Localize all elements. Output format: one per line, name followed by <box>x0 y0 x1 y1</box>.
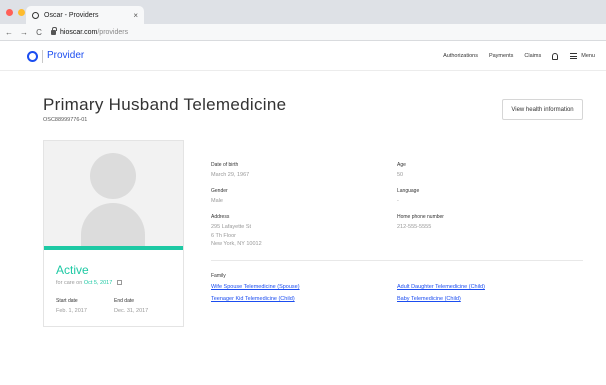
section-divider <box>211 260 583 261</box>
address-line-1: 295 Lafayette St <box>211 224 252 230</box>
family-member-link[interactable]: Teenager Kid Telemedicine (Child) <box>211 296 295 302</box>
avatar <box>44 141 183 246</box>
nav-claims[interactable]: Claims <box>524 53 541 59</box>
address-bar[interactable]: hioscar.com/providers <box>51 26 129 36</box>
age-field: Age 50 <box>397 162 406 180</box>
age-label: Age <box>397 162 406 168</box>
view-health-information-button[interactable]: View health information <box>502 99 583 120</box>
end-date-value: Dec. 31, 2017 <box>114 308 149 314</box>
family-label: Family <box>211 273 226 279</box>
care-prefix: for care on <box>56 280 83 286</box>
browser-tab[interactable]: Oscar - Providers × <box>26 6 144 24</box>
phone-field: Home phone number 212-555-5555 <box>397 214 444 232</box>
page-title: Primary Husband Telemedicine <box>43 95 287 114</box>
tab-close-icon[interactable]: × <box>133 11 138 20</box>
avatar-head-shape <box>90 153 136 199</box>
family-member-link[interactable]: Baby Telemedicine (Child) <box>397 296 461 302</box>
end-date: End date Dec. 31, 2017 <box>114 298 148 314</box>
address-label: Address <box>211 214 230 220</box>
profile-card: Active for care on Oct 5, 2017 Start dat… <box>43 140 184 327</box>
tab-title: Oscar - Providers <box>44 11 99 19</box>
dob-value: March 29, 1967 <box>211 172 250 178</box>
logo-text[interactable]: Provider <box>47 50 84 61</box>
phone-value: 212-555-5555 <box>397 224 432 230</box>
close-window-button[interactable] <box>6 9 13 16</box>
top-navigation: Authorizations Payments Claims Menu <box>443 41 606 71</box>
dob-label: Date of birth <box>211 162 239 168</box>
app-header: Provider Authorizations Payments Claims … <box>0 41 606 71</box>
phone-label: Home phone number <box>397 214 444 220</box>
avatar-body-shape <box>81 203 145 246</box>
language-field: Language - <box>397 188 419 206</box>
start-date-value: Feb. 1, 2017 <box>56 308 87 314</box>
notifications-bell-icon[interactable] <box>552 52 559 60</box>
start-date-label: Start date <box>56 298 78 304</box>
address-line-2: 6 Th Floor <box>211 232 236 239</box>
address-field: Address 295 Lafayette St 6 Th Floor New … <box>211 214 262 249</box>
gender-label: Gender <box>211 188 228 194</box>
url-host: hioscar.com <box>60 28 98 36</box>
dob-field: Date of birth March 29, 1967 <box>211 162 249 180</box>
language-label: Language <box>397 188 420 194</box>
status-accent-bar <box>44 246 183 250</box>
end-date-label: End date <box>114 298 135 304</box>
nav-payments[interactable]: Payments <box>489 53 513 59</box>
status-badge: Active <box>56 263 89 277</box>
care-date-line: for care on Oct 5, 2017 <box>56 280 122 286</box>
minimize-window-button[interactable] <box>18 9 25 16</box>
gender-field: Gender Male <box>211 188 228 206</box>
calendar-icon[interactable] <box>116 280 122 285</box>
member-id: OSC88999776-01 <box>43 117 88 123</box>
lock-icon <box>51 26 57 35</box>
gender-value: Male <box>211 198 223 204</box>
forward-arrow-icon[interactable]: → <box>18 28 30 37</box>
language-value: - <box>397 198 399 204</box>
care-date-link[interactable]: Oct 5, 2017 <box>84 280 112 286</box>
browser-toolbar: ← → C hioscar.com/providers <box>0 24 606 41</box>
browser-tab-strip: Oscar - Providers × <box>0 0 606 24</box>
oscar-favicon-icon <box>32 11 39 19</box>
address-line-3: New York, NY 10012 <box>211 241 262 247</box>
nav-authorizations[interactable]: Authorizations <box>443 53 478 59</box>
age-value: 50 <box>397 172 404 178</box>
menu-button[interactable]: Menu <box>581 53 595 59</box>
family-member-link[interactable]: Adult Daughter Telemedicine (Child) <box>397 284 485 290</box>
start-date: Start date Feb. 1, 2017 <box>56 298 87 314</box>
family-member-link[interactable]: Wife Spouse Telemedicine (Spouse) <box>211 284 300 290</box>
back-arrow-icon[interactable]: ← <box>3 28 15 37</box>
logo-divider <box>42 50 43 63</box>
reload-icon[interactable]: C <box>33 28 45 37</box>
url-path: /providers <box>97 28 129 36</box>
oscar-logo-icon[interactable] <box>27 51 38 62</box>
hamburger-menu-icon[interactable] <box>570 53 578 59</box>
